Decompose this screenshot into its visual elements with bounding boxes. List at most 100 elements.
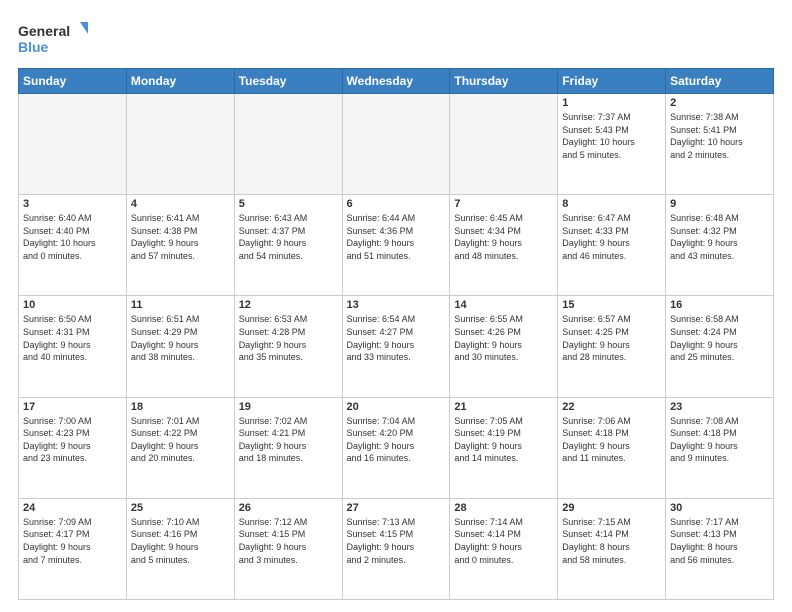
day-number: 10: [23, 299, 122, 311]
day-number: 24: [23, 502, 122, 514]
cell-w3-d3: 20 Sunrise: 7:04 AMSunset: 4:20 PMDayligh…: [342, 397, 450, 498]
day-number: 2: [670, 97, 769, 109]
day-info: Sunrise: 7:01 AMSunset: 4:22 PMDaylight:…: [131, 415, 230, 465]
cell-w0-d4: [450, 94, 558, 195]
day-info: Sunrise: 6:53 AMSunset: 4:28 PMDaylight:…: [239, 313, 338, 363]
day-info: Sunrise: 7:02 AMSunset: 4:21 PMDaylight:…: [239, 415, 338, 465]
day-number: 18: [131, 401, 230, 413]
day-info: Sunrise: 7:10 AMSunset: 4:16 PMDaylight:…: [131, 516, 230, 566]
cell-w0-d1: [126, 94, 234, 195]
header-tuesday: Tuesday: [234, 69, 342, 94]
cell-w2-d2: 12Sunrise: 6:53 AMSunset: 4:28 PMDayligh…: [234, 296, 342, 397]
header-friday: Friday: [558, 69, 666, 94]
day-info: Sunrise: 7:09 AMSunset: 4:17 PMDaylight:…: [23, 516, 122, 566]
day-number: 21: [454, 401, 553, 413]
cell-w3-d6: 23Sunrise: 7:08 AMSunset: 4:18 PMDayligh…: [666, 397, 774, 498]
cell-w1-d2: 5Sunrise: 6:43 AMSunset: 4:37 PMDaylight…: [234, 195, 342, 296]
day-info: Sunrise: 7:04 AMSunset: 4:20 PMDaylight:…: [347, 415, 446, 465]
cell-w1-d3: 6Sunrise: 6:44 AMSunset: 4:36 PMDaylight…: [342, 195, 450, 296]
cell-w0-d6: 2 Sunrise: 7:38 AMSunset: 5:41 PMDaylight…: [666, 94, 774, 195]
day-number: 28: [454, 502, 553, 514]
day-info: Sunrise: 7:06 AMSunset: 4:18 PMDaylight:…: [562, 415, 661, 465]
logo: General Blue: [18, 18, 88, 58]
day-info: Sunrise: 7:17 AMSunset: 4:13 PMDaylight:…: [670, 516, 769, 566]
cell-w3-d0: 17 Sunrise: 7:00 AMSunset: 4:23 PMDayligh…: [19, 397, 127, 498]
header: General Blue: [18, 18, 774, 58]
cell-w4-d3: 27 Sunrise: 7:13 AMSunset: 4:15 PMDayligh…: [342, 498, 450, 599]
day-number: 30: [670, 502, 769, 514]
cell-w0-d0: [19, 94, 127, 195]
logo-svg: General Blue: [18, 18, 88, 58]
cell-w1-d0: 3 Sunrise: 6:40 AMSunset: 4:40 PMDaylight…: [19, 195, 127, 296]
day-info: Sunrise: 7:12 AMSunset: 4:15 PMDaylight:…: [239, 516, 338, 566]
day-number: 8: [562, 198, 661, 210]
day-info: Sunrise: 7:00 AMSunset: 4:23 PMDaylight:…: [23, 415, 122, 465]
day-info: Sunrise: 6:44 AMSunset: 4:36 PMDaylight:…: [347, 212, 446, 262]
day-number: 25: [131, 502, 230, 514]
day-info: Sunrise: 7:38 AMSunset: 5:41 PMDaylight:…: [670, 111, 769, 161]
day-number: 17: [23, 401, 122, 413]
cell-w4-d6: 30 Sunrise: 7:17 AMSunset: 4:13 PMDayligh…: [666, 498, 774, 599]
day-number: 16: [670, 299, 769, 311]
day-number: 9: [670, 198, 769, 210]
day-info: Sunrise: 6:54 AMSunset: 4:27 PMDaylight:…: [347, 313, 446, 363]
page: General Blue SundayMondayTuesdayWednesda…: [0, 0, 792, 612]
cell-w4-d2: 26 Sunrise: 7:12 AMSunset: 4:15 PMDayligh…: [234, 498, 342, 599]
day-info: Sunrise: 6:57 AMSunset: 4:25 PMDaylight:…: [562, 313, 661, 363]
header-wednesday: Wednesday: [342, 69, 450, 94]
day-info: Sunrise: 6:48 AMSunset: 4:32 PMDaylight:…: [670, 212, 769, 262]
day-number: 27: [347, 502, 446, 514]
header-saturday: Saturday: [666, 69, 774, 94]
cell-w2-d4: 14 Sunrise: 6:55 AMSunset: 4:26 PMDayligh…: [450, 296, 558, 397]
day-info: Sunrise: 7:05 AMSunset: 4:19 PMDaylight:…: [454, 415, 553, 465]
day-info: Sunrise: 7:15 AMSunset: 4:14 PMDaylight:…: [562, 516, 661, 566]
cell-w0-d3: [342, 94, 450, 195]
header-thursday: Thursday: [450, 69, 558, 94]
cell-w0-d5: 1 Sunrise: 7:37 AMSunset: 5:43 PMDaylight…: [558, 94, 666, 195]
cell-w1-d5: 8Sunrise: 6:47 AMSunset: 4:33 PMDaylight…: [558, 195, 666, 296]
week-row-2: 10 Sunrise: 6:50 AMSunset: 4:31 PMDayligh…: [19, 296, 774, 397]
day-number: 11: [131, 299, 230, 311]
week-row-3: 17 Sunrise: 7:00 AMSunset: 4:23 PMDayligh…: [19, 397, 774, 498]
day-number: 4: [131, 198, 230, 210]
day-info: Sunrise: 7:13 AMSunset: 4:15 PMDaylight:…: [347, 516, 446, 566]
week-row-4: 24 Sunrise: 7:09 AMSunset: 4:17 PMDayligh…: [19, 498, 774, 599]
cell-w1-d4: 7Sunrise: 6:45 AMSunset: 4:34 PMDaylight…: [450, 195, 558, 296]
day-number: 19: [239, 401, 338, 413]
week-row-0: 1 Sunrise: 7:37 AMSunset: 5:43 PMDaylight…: [19, 94, 774, 195]
day-number: 23: [670, 401, 769, 413]
cell-w1-d6: 9 Sunrise: 6:48 AMSunset: 4:32 PMDaylight…: [666, 195, 774, 296]
day-number: 1: [562, 97, 661, 109]
day-number: 29: [562, 502, 661, 514]
cell-w2-d1: 11 Sunrise: 6:51 AMSunset: 4:29 PMDayligh…: [126, 296, 234, 397]
day-number: 3: [23, 198, 122, 210]
day-info: Sunrise: 6:41 AMSunset: 4:38 PMDaylight:…: [131, 212, 230, 262]
day-number: 26: [239, 502, 338, 514]
header-monday: Monday: [126, 69, 234, 94]
day-info: Sunrise: 6:40 AMSunset: 4:40 PMDaylight:…: [23, 212, 122, 262]
cell-w2-d6: 16 Sunrise: 6:58 AMSunset: 4:24 PMDayligh…: [666, 296, 774, 397]
header-sunday: Sunday: [19, 69, 127, 94]
cell-w4-d5: 29 Sunrise: 7:15 AMSunset: 4:14 PMDayligh…: [558, 498, 666, 599]
day-info: Sunrise: 6:50 AMSunset: 4:31 PMDaylight:…: [23, 313, 122, 363]
calendar-header-row: SundayMondayTuesdayWednesdayThursdayFrid…: [19, 69, 774, 94]
day-info: Sunrise: 6:55 AMSunset: 4:26 PMDaylight:…: [454, 313, 553, 363]
cell-w3-d5: 22 Sunrise: 7:06 AMSunset: 4:18 PMDayligh…: [558, 397, 666, 498]
day-number: 5: [239, 198, 338, 210]
calendar-table: SundayMondayTuesdayWednesdayThursdayFrid…: [18, 68, 774, 600]
week-row-1: 3 Sunrise: 6:40 AMSunset: 4:40 PMDaylight…: [19, 195, 774, 296]
cell-w2-d0: 10 Sunrise: 6:50 AMSunset: 4:31 PMDayligh…: [19, 296, 127, 397]
day-number: 7: [454, 198, 553, 210]
day-number: 15: [562, 299, 661, 311]
cell-w4-d4: 28 Sunrise: 7:14 AMSunset: 4:14 PMDayligh…: [450, 498, 558, 599]
day-info: Sunrise: 7:14 AMSunset: 4:14 PMDaylight:…: [454, 516, 553, 566]
day-info: Sunrise: 6:58 AMSunset: 4:24 PMDaylight:…: [670, 313, 769, 363]
day-info: Sunrise: 7:37 AMSunset: 5:43 PMDaylight:…: [562, 111, 661, 161]
day-number: 20: [347, 401, 446, 413]
day-number: 22: [562, 401, 661, 413]
cell-w3-d2: 19 Sunrise: 7:02 AMSunset: 4:21 PMDayligh…: [234, 397, 342, 498]
svg-text:General: General: [18, 23, 70, 39]
day-info: Sunrise: 6:51 AMSunset: 4:29 PMDaylight:…: [131, 313, 230, 363]
day-number: 14: [454, 299, 553, 311]
svg-text:Blue: Blue: [18, 39, 49, 55]
